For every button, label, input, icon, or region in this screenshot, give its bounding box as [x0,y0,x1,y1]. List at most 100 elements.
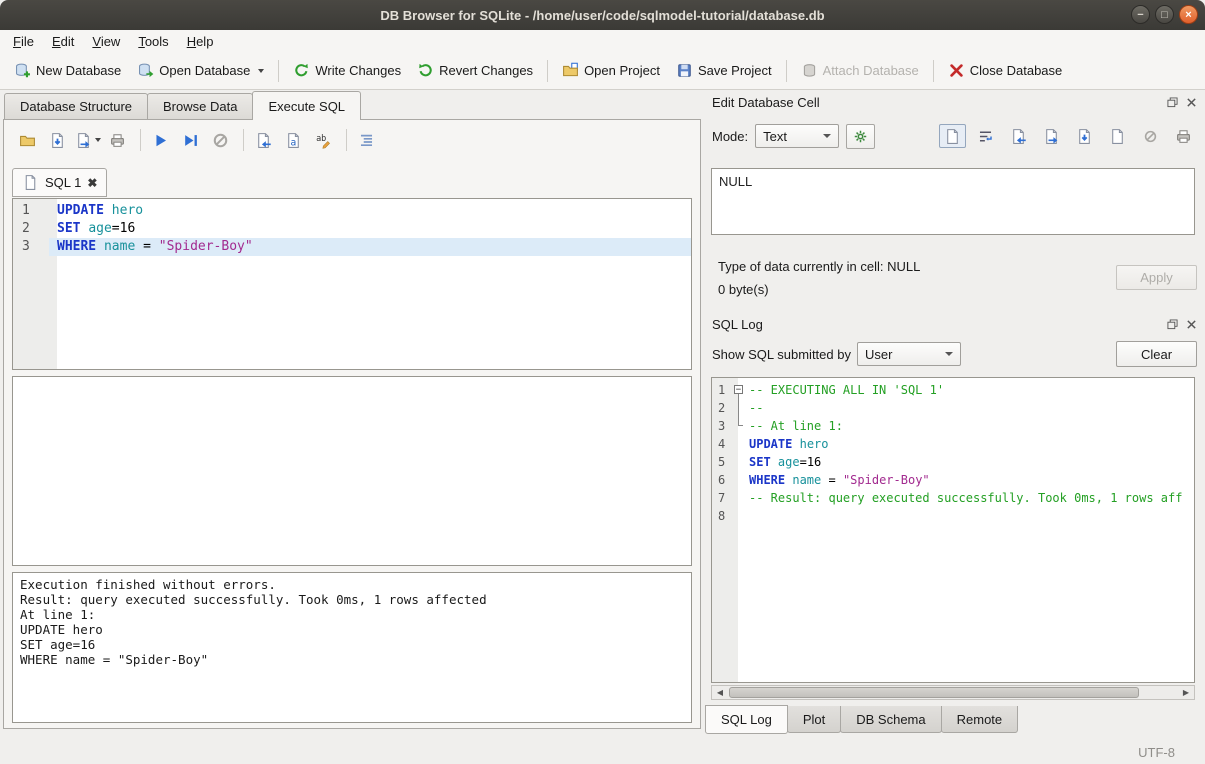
mode-select[interactable]: Text [755,124,839,148]
export-results-button[interactable] [250,127,277,153]
toolbar-separator [243,129,244,151]
line-number: 2 [13,220,49,238]
fold-marker-open-icon[interactable]: − [732,381,746,399]
attach-database-icon [801,62,818,79]
window-controls: −□ × [1131,5,1198,24]
tab-plot[interactable]: Plot [787,706,841,733]
execute-current-line-button[interactable] [177,127,204,153]
titlebar: DB Browser for SQLite - /home/user/code/… [0,0,1205,30]
set-null-button[interactable] [1137,124,1164,148]
tab-sql-log[interactable]: SQL Log [705,705,788,734]
menu-file[interactable]: File [4,32,43,51]
attach-database-button[interactable]: Attach Database [793,57,927,84]
menu-edit[interactable]: Edit [43,32,83,51]
code-text: UPDATE hero [49,202,691,220]
execute-sql-panel: a ab SQL 1 1UPDATE hero2SET age=163WHERE … [3,119,701,729]
log-line: 8 [712,507,1194,525]
find-replace-button[interactable]: ab [310,127,337,153]
line-number: 3 [13,238,49,256]
menu-view[interactable]: View [83,32,129,51]
float-panel-icon[interactable] [1165,96,1179,110]
tab-database-structure[interactable]: Database Structure [4,93,148,119]
revert-changes-button[interactable]: Revert Changes [409,57,541,84]
mode-label: Mode: [712,129,748,144]
line-number: 1 [13,202,49,220]
save-as-button[interactable] [1071,124,1098,148]
editor-line: 1UPDATE hero [13,202,691,220]
toolbar-separator [547,60,548,82]
sql-editor[interactable]: 1UPDATE hero2SET age=163WHERE name = "Sp… [12,198,692,370]
sql-log-header: SQL Log [712,316,1198,333]
message-line: SET age=16 [20,637,684,652]
close-panel-icon[interactable] [1184,96,1198,110]
save-project-button[interactable]: Save Project [668,57,780,84]
open-database-button[interactable]: Open Database [129,57,272,84]
set-null-icon [1142,128,1159,145]
import-from-file-icon [1010,128,1027,145]
code-text: WHERE name = "Spider-Boy" [746,471,1194,489]
close-panel-icon[interactable] [1184,318,1198,332]
clear-button[interactable]: Clear [1116,341,1197,367]
text-mode-button[interactable] [939,124,966,148]
sql-log-title: SQL Log [712,317,763,332]
scrollbar-track[interactable] [728,686,1178,699]
fold-marker-end-icon [732,417,746,435]
toolbar-separator [346,129,347,151]
chevron-down-icon [823,134,831,138]
scroll-right-icon[interactable]: ▶ [1178,686,1194,699]
new-database-button[interactable]: New Database [6,57,129,84]
open-project-button[interactable]: Open Project [554,57,668,84]
open-sql-file-button[interactable] [14,127,41,153]
open-database-icon [137,62,154,79]
message-line: Execution finished without errors. [20,577,684,592]
tab-browse-data[interactable]: Browse Data [147,93,253,119]
menu-help[interactable]: Help [178,32,223,51]
write-changes-icon [293,62,310,79]
edit-cell-header: Edit Database Cell [712,94,1198,111]
svg-text:a: a [291,137,297,148]
filter-value: User [865,347,892,362]
print-button[interactable] [104,127,131,153]
export-to-file-button[interactable] [1038,124,1065,148]
stop-icon [212,132,229,149]
minimize-button[interactable]: − [1131,5,1150,24]
print-cell-button[interactable] [1170,124,1197,148]
tab-execute-sql[interactable]: Execute SQL [252,91,361,120]
cell-editor[interactable]: NULL [711,168,1195,235]
find-icon: a [285,132,302,149]
close-tab-icon[interactable] [87,177,97,189]
save-sql-file-as-button[interactable] [74,127,101,153]
log-line: 4UPDATE hero [712,435,1194,453]
auto-format-button[interactable] [353,127,380,153]
copy-data-button[interactable] [1104,124,1131,148]
scrollbar-thumb[interactable] [729,687,1139,698]
stop-button[interactable] [207,127,234,153]
float-panel-icon[interactable] [1165,318,1179,332]
find-replace-icon: ab [315,132,332,149]
close-database-button[interactable]: Close Database [940,57,1071,84]
tab-db-schema[interactable]: DB Schema [840,706,941,733]
word-wrap-button[interactable] [972,124,999,148]
sql-tab[interactable]: SQL 1 [12,168,107,197]
write-changes-button[interactable]: Write Changes [285,57,409,84]
save-sql-file-button[interactable] [44,127,71,153]
horizontal-scrollbar[interactable]: ◀ ▶ [711,685,1195,700]
find-button[interactable]: a [280,127,307,153]
scroll-left-icon[interactable]: ◀ [712,686,728,699]
close-button[interactable]: × [1179,5,1198,24]
tab-remote[interactable]: Remote [941,706,1019,733]
save-project-label: Save Project [698,63,772,78]
maximize-button[interactable]: □ [1155,5,1174,24]
log-line: 5SET age=16 [712,453,1194,471]
import-from-file-button[interactable] [1005,124,1032,148]
execute-all-button[interactable] [147,127,174,153]
code-text: SET age=16 [49,220,691,238]
sql-log-view[interactable]: 1−-- EXECUTING ALL IN 'SQL 1'2--3-- At l… [711,377,1195,683]
line-number: 5 [712,453,732,471]
menu-tools[interactable]: Tools [129,32,177,51]
line-number: 8 [712,507,732,525]
menubar: FileEditViewToolsHelp [0,30,1205,52]
apply-button[interactable]: Apply [1116,265,1197,290]
mode-settings-button[interactable] [846,124,875,149]
submitted-by-select[interactable]: User [857,342,961,366]
